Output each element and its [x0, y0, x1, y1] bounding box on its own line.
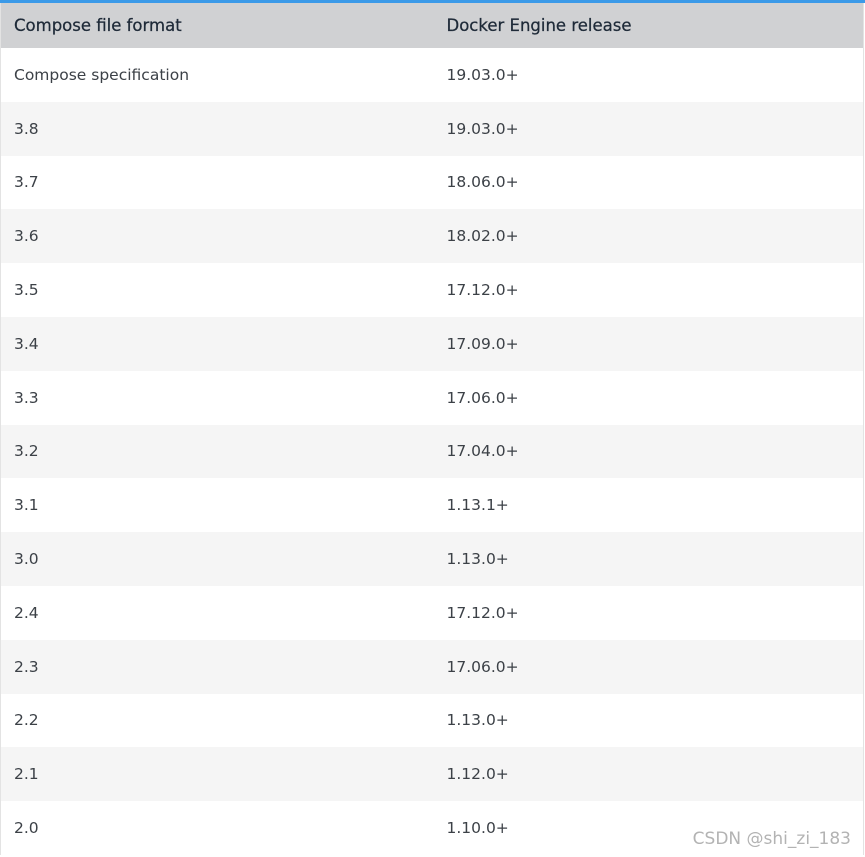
cell-engine-release: 17.04.0+ [446, 442, 519, 461]
cell-compose-format: 2.2 [14, 711, 39, 730]
compatibility-table: Compose file format Docker Engine releas… [0, 3, 864, 855]
cell-compose-format: 3.2 [14, 442, 39, 461]
header-row: Compose file format Docker Engine releas… [0, 3, 864, 48]
cell-engine-release: 17.12.0+ [446, 603, 519, 622]
table-row: 3.7 18.06.0+ [0, 155, 864, 210]
table-body: Compose specification 19.03.0+ 3.8 19.03.0… [0, 48, 864, 855]
cell-engine-release: 18.06.0+ [446, 173, 519, 192]
table-row: 2.2 1.13.0+ [0, 693, 864, 748]
cell-compose-format: 3.5 [14, 281, 39, 300]
cell-compose-format: 2.4 [14, 603, 39, 622]
table-row: 3.1 1.13.1+ [0, 478, 864, 533]
cell-engine-release: 1.13.0+ [446, 711, 509, 730]
page: Compose file format Docker Engine releas… [0, 0, 865, 857]
cell-compose-format: Compose specification [14, 65, 190, 84]
table-header: Compose file format Docker Engine releas… [0, 3, 864, 48]
table-row: 3.8 19.03.0+ [0, 101, 864, 156]
cell-engine-release: 1.13.1+ [446, 496, 509, 515]
table-row: 3.2 17.04.0+ [0, 424, 864, 479]
cell-engine-release: 17.09.0+ [446, 334, 519, 353]
header-compose-file-format: Compose file format [14, 16, 182, 35]
table-row: 3.4 17.09.0+ [0, 316, 864, 371]
cell-engine-release: 1.12.0+ [446, 765, 509, 784]
cell-compose-format: 2.0 [14, 819, 39, 838]
table-row: 3.5 17.12.0+ [0, 263, 864, 317]
table-row: 3.6 18.02.0+ [0, 209, 864, 264]
csdn-watermark: CSDN @shi_zi_183 [692, 829, 851, 849]
header-docker-engine-release: Docker Engine release [446, 16, 632, 35]
table-row: 2.1 1.12.0+ [0, 747, 864, 802]
cell-engine-release: 19.03.0+ [446, 119, 519, 138]
cell-engine-release: 19.03.0+ [446, 65, 519, 84]
cell-compose-format: 2.3 [14, 657, 39, 676]
cell-compose-format: 3.3 [14, 388, 39, 407]
cell-engine-release: 18.02.0+ [446, 227, 519, 246]
cell-compose-format: 2.1 [14, 765, 39, 784]
cell-engine-release: 17.06.0+ [446, 388, 519, 407]
cell-compose-format: 3.0 [14, 550, 39, 569]
table-row: 2.3 17.06.0+ [0, 639, 864, 694]
cell-compose-format: 3.7 [14, 173, 39, 192]
cell-engine-release: 1.13.0+ [446, 550, 509, 569]
cell-compose-format: 3.1 [14, 496, 39, 515]
table-row: Compose specification 19.03.0+ [0, 48, 864, 102]
cell-engine-release: 17.06.0+ [446, 657, 519, 676]
cell-compose-format: 3.6 [14, 227, 39, 246]
table-row: 3.3 17.06.0+ [0, 370, 864, 425]
cell-compose-format: 3.8 [14, 119, 39, 138]
table-row: 2.4 17.12.0+ [0, 585, 864, 640]
table-row: 3.0 1.13.0+ [0, 532, 864, 586]
cell-compose-format: 3.4 [14, 334, 39, 353]
cell-engine-release: 17.12.0+ [446, 281, 519, 300]
